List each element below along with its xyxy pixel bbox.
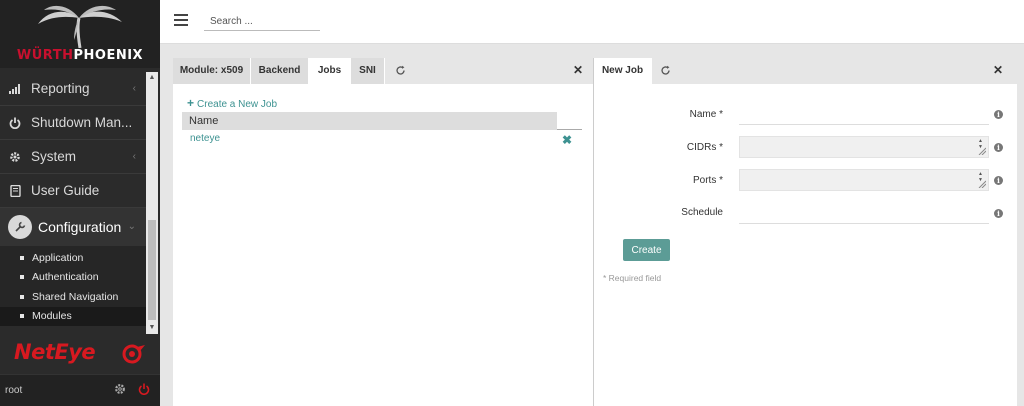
bullet-icon: [20, 314, 24, 319]
company-logo[interactable]: WÜRTHPHOENIX: [0, 0, 160, 68]
top-bar: [160, 0, 1024, 44]
bar-chart-icon: [8, 82, 22, 96]
job-name-link[interactable]: neteye: [190, 133, 220, 144]
scroll-up-icon[interactable]: ▲: [146, 72, 158, 84]
name-input[interactable]: [739, 103, 989, 125]
bullet-icon: [20, 275, 24, 280]
subnav-item-application[interactable]: Application: [0, 248, 146, 268]
create-job-label: Create a New Job: [197, 99, 278, 110]
plus-icon: +: [187, 96, 195, 110]
sidebar-item-label: System: [31, 149, 77, 164]
refresh-icon[interactable]: [660, 65, 672, 77]
subnav-item-shared-navigation[interactable]: Shared Navigation: [0, 287, 146, 307]
tab-module-x509[interactable]: Module: x509: [173, 58, 251, 84]
create-job-link[interactable]: + Create a New Job: [187, 96, 277, 110]
sidebar-item-reporting[interactable]: Reporting ‹: [0, 72, 146, 106]
table-header-name[interactable]: Name: [182, 112, 557, 130]
bullet-icon: [20, 255, 24, 260]
sidebar-nav: Reporting ‹ Shutdown Man... System ‹ Use…: [0, 72, 146, 334]
power-icon: [8, 116, 22, 130]
table-header-divider: [557, 129, 582, 130]
menu-hamburger-icon[interactable]: [174, 14, 188, 26]
resize-grip-icon[interactable]: [978, 147, 986, 155]
resize-grip-icon[interactable]: [978, 180, 986, 188]
tab-jobs[interactable]: Jobs: [309, 58, 351, 84]
wrench-icon: [8, 215, 32, 239]
sidebar-item-label: Shutdown Man...: [31, 115, 133, 130]
chevron-down-icon: ⌄: [127, 221, 136, 232]
cidrs-label: CIDRs *: [686, 142, 723, 153]
table-row[interactable]: neteye ✖: [182, 131, 582, 149]
sidebar: WÜRTHPHOENIX Reporting ‹ Shutdown Man...…: [0, 0, 160, 406]
sidebar-item-system[interactable]: System ‹: [0, 140, 146, 174]
chevron-left-icon: ‹: [132, 151, 136, 162]
eye-icon: [122, 344, 145, 364]
gear-icon: [8, 150, 22, 164]
delete-icon[interactable]: ✖: [562, 132, 572, 148]
subnav-label: Authentication: [32, 271, 99, 284]
info-icon[interactable]: i: [994, 143, 1003, 152]
palm-tree-icon: [38, 5, 122, 48]
page-edge: [1017, 44, 1024, 406]
subnav-label: Application: [32, 251, 84, 264]
logout-power-icon[interactable]: [138, 383, 150, 398]
sidebar-footer: root: [0, 374, 160, 406]
tab-new-job[interactable]: New Job: [594, 58, 652, 84]
ports-label: Ports *: [692, 175, 723, 186]
sidebar-scrollbar[interactable]: ▲ ▼: [146, 72, 158, 334]
required-field-note: * Required field: [603, 273, 662, 283]
info-icon[interactable]: i: [994, 110, 1003, 119]
scrollbar-thumb[interactable]: [148, 220, 156, 320]
brand-wordmark: WÜRTHPHOENIX: [0, 48, 160, 63]
cidrs-textarea[interactable]: ▲ ▼: [739, 136, 989, 158]
settings-gear-icon[interactable]: [114, 383, 126, 398]
sidebar-item-label: Reporting: [31, 81, 90, 96]
new-job-panel: New Job ✕ Name * i CIDRs * ▲ ▼ i Ports * …: [594, 58, 1017, 406]
sidebar-item-label: Configuration: [38, 219, 122, 235]
product-logo: NetEye: [0, 334, 160, 374]
sidebar-item-configuration[interactable]: Configuration ⌄: [0, 208, 146, 246]
subnav-label: Shared Navigation: [32, 290, 119, 303]
sidebar-item-user-guide[interactable]: User Guide: [0, 174, 146, 208]
sidebar-item-label: User Guide: [31, 183, 100, 198]
jobs-tabbar: Module: x509 Backend Jobs SNI ✕: [173, 58, 593, 84]
schedule-input[interactable]: [739, 202, 989, 224]
info-icon[interactable]: i: [994, 209, 1003, 218]
close-icon[interactable]: ✕: [573, 63, 583, 77]
current-user[interactable]: root: [5, 385, 22, 396]
book-icon: [8, 184, 22, 198]
jobs-panel: Module: x509 Backend Jobs SNI ✕ + Create …: [173, 58, 594, 406]
configuration-subnav: Application Authentication Shared Naviga…: [0, 246, 146, 326]
ports-textarea[interactable]: ▲ ▼: [739, 169, 989, 191]
sidebar-item-shutdown-manager[interactable]: Shutdown Man...: [0, 106, 146, 140]
create-button[interactable]: Create: [623, 239, 670, 261]
tab-backend[interactable]: Backend: [251, 58, 309, 84]
tab-sni[interactable]: SNI: [351, 58, 385, 84]
subnav-item-authentication[interactable]: Authentication: [0, 268, 146, 288]
brand-prefix: WÜRTH: [16, 48, 74, 63]
close-icon[interactable]: ✕: [993, 63, 1003, 77]
bullet-icon: [20, 294, 24, 299]
name-label: Name *: [689, 109, 723, 120]
subnav-item-modules[interactable]: Modules: [0, 306, 146, 326]
brand-suffix: PHOENIX: [73, 48, 144, 63]
scroll-down-icon[interactable]: ▼: [146, 322, 158, 334]
search-input[interactable]: [204, 12, 320, 31]
chevron-left-icon: ‹: [132, 83, 136, 94]
subnav-label: Modules: [32, 310, 72, 323]
product-name: NetEye: [14, 340, 96, 364]
refresh-icon[interactable]: [395, 65, 407, 77]
info-icon[interactable]: i: [994, 176, 1003, 185]
new-job-tabbar: New Job ✕: [594, 58, 1017, 84]
schedule-label: Schedule: [681, 207, 723, 218]
